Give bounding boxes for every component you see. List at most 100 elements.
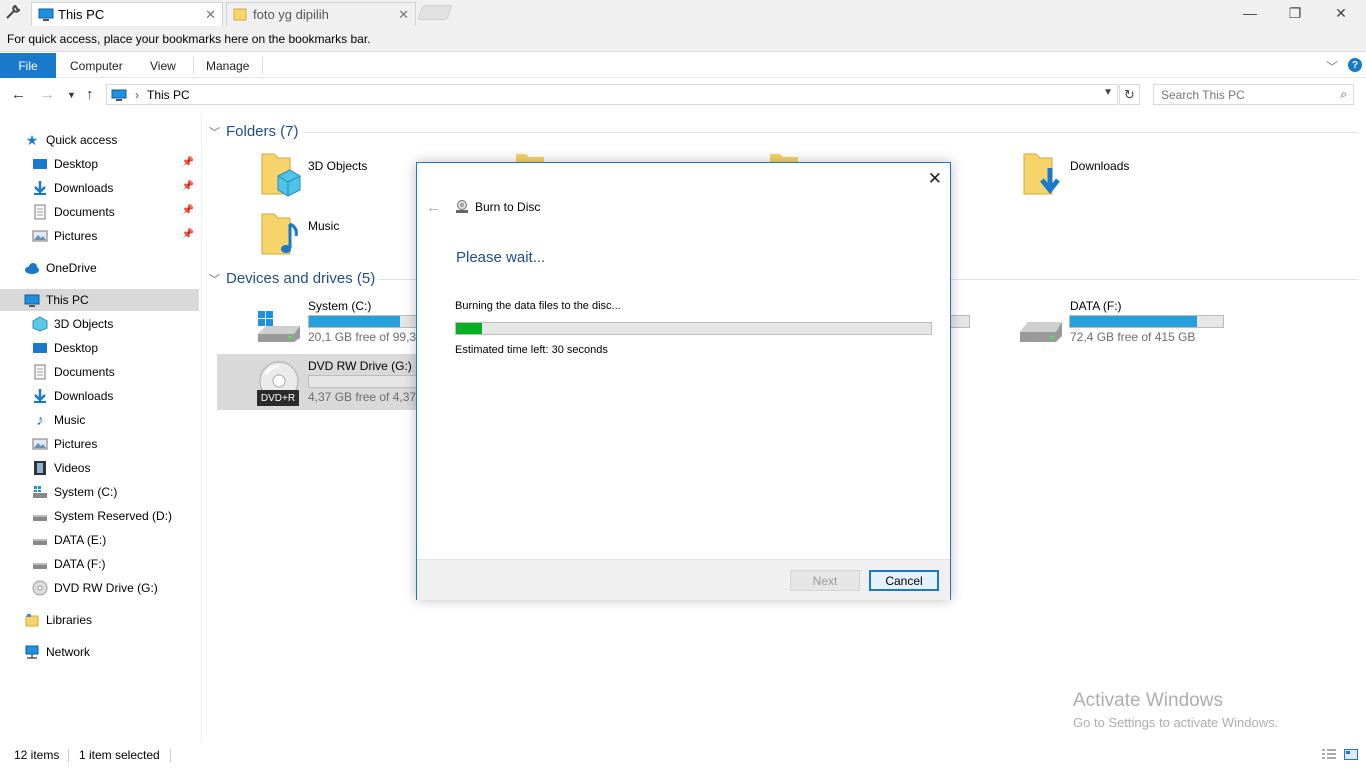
help-icon[interactable]: ? bbox=[1348, 58, 1362, 72]
address-bar[interactable]: › This PC ▼ bbox=[106, 84, 1118, 105]
burn-to-disc-dialog: ✕ ← Burn to Disc Please wait... Burning … bbox=[416, 162, 951, 600]
sidebar-item-data-f[interactable]: DATA (F:) bbox=[0, 553, 199, 575]
sidebar-item-system-reserved-d[interactable]: System Reserved (D:) bbox=[0, 505, 199, 527]
sidebar-item-documents[interactable]: Documents 📌 bbox=[0, 201, 199, 223]
tab-foto-yg-dipilih[interactable]: foto yg dipilih ✕ bbox=[226, 2, 416, 26]
sidebar-item-network[interactable]: Network bbox=[0, 641, 199, 663]
tab-close-icon[interactable]: ✕ bbox=[205, 7, 216, 23]
tab-this-pc[interactable]: This PC ✕ bbox=[31, 2, 223, 26]
up-arrow-icon[interactable]: ↑ bbox=[86, 86, 94, 103]
music-folder-icon[interactable] bbox=[260, 210, 302, 258]
back-arrow-icon[interactable]: ← bbox=[11, 86, 26, 103]
sidebar-item-3d-objects[interactable]: 3D Objects bbox=[0, 313, 199, 335]
network-icon bbox=[25, 645, 39, 659]
pictures-icon bbox=[32, 230, 48, 242]
system-drive-icon bbox=[33, 486, 47, 498]
sidebar-item-label: Pictures bbox=[54, 437, 98, 451]
forward-arrow-icon[interactable]: → bbox=[40, 86, 55, 103]
sidebar-item-desktop-pc[interactable]: Desktop bbox=[0, 337, 199, 359]
ribbon-expand-chevron-icon[interactable]: ﹀ bbox=[1326, 58, 1338, 75]
sidebar-item-videos[interactable]: Videos bbox=[0, 457, 199, 479]
dialog-heading: Please wait... bbox=[456, 249, 546, 266]
documents-icon bbox=[34, 364, 46, 380]
sidebar-item-downloads-pc[interactable]: Downloads bbox=[0, 385, 199, 407]
desktop-icon bbox=[33, 343, 47, 353]
drive-label[interactable]: DATA (F:) bbox=[1070, 299, 1122, 313]
folder-icon bbox=[516, 154, 544, 162]
3d-objects-icon bbox=[32, 316, 48, 332]
sidebar-item-pictures-pc[interactable]: Pictures bbox=[0, 433, 199, 455]
sidebar-item-label: Videos bbox=[54, 461, 91, 475]
minimize-button[interactable]: — bbox=[1227, 2, 1273, 24]
3d-objects-folder-icon[interactable] bbox=[260, 150, 302, 198]
tab-manage[interactable]: Manage bbox=[206, 53, 249, 78]
devices-section-header[interactable]: ﹀ Devices and drives (5) bbox=[209, 270, 375, 287]
drive-icon bbox=[33, 539, 47, 545]
folder-icon bbox=[770, 154, 798, 162]
recent-locations-chevron-icon[interactable]: ▼ bbox=[67, 90, 76, 100]
drive-label[interactable]: System (C:) bbox=[308, 299, 371, 313]
sidebar-item-label: Network bbox=[46, 645, 91, 659]
cancel-button[interactable]: Cancel bbox=[869, 570, 939, 591]
search-input[interactable]: Search This PC ⌕ bbox=[1153, 84, 1354, 105]
drive-icon[interactable] bbox=[1018, 318, 1064, 344]
burn-progress-fill bbox=[456, 323, 483, 334]
system-drive-icon[interactable] bbox=[256, 308, 302, 344]
chevron-down-icon[interactable]: ﹀ bbox=[209, 271, 220, 287]
chevron-down-icon[interactable]: ﹀ bbox=[209, 124, 220, 140]
tab-close-icon[interactable]: ✕ bbox=[398, 7, 409, 23]
sidebar-item-label: Downloads bbox=[54, 181, 114, 195]
large-icons-view-icon[interactable] bbox=[1344, 749, 1358, 760]
sidebar-item-downloads[interactable]: Downloads 📌 bbox=[0, 177, 199, 199]
address-dropdown-icon[interactable]: ▼ bbox=[1103, 87, 1113, 98]
drive-free-space: 20,1 GB free of 99,3 GB bbox=[308, 330, 416, 344]
tab-computer[interactable]: Computer bbox=[70, 53, 123, 78]
sidebar-item-pictures[interactable]: Pictures 📌 bbox=[0, 225, 199, 247]
pc-icon bbox=[38, 8, 54, 21]
folder-label[interactable]: 3D Objects bbox=[308, 159, 367, 173]
downloads-folder-icon[interactable] bbox=[1022, 150, 1064, 198]
refresh-button[interactable]: ↻ bbox=[1119, 84, 1140, 105]
new-tab-button[interactable] bbox=[417, 5, 453, 20]
sidebar-item-desktop[interactable]: Desktop 📌 bbox=[0, 153, 199, 175]
breadcrumb[interactable]: This PC bbox=[147, 88, 190, 102]
back-arrow-icon[interactable]: ← bbox=[426, 199, 441, 216]
dialog-close-icon[interactable]: ✕ bbox=[928, 169, 942, 189]
pin-icon[interactable]: 📌 bbox=[182, 181, 194, 192]
file-tab[interactable]: File bbox=[0, 53, 56, 78]
next-button[interactable]: Next bbox=[790, 570, 860, 591]
sidebar-item-this-pc[interactable]: This PC bbox=[0, 289, 199, 311]
details-view-icon[interactable] bbox=[1322, 749, 1336, 760]
folders-section-header[interactable]: ﹀ Folders (7) bbox=[209, 123, 299, 140]
music-icon: ♪ bbox=[36, 411, 44, 429]
folder-label[interactable]: Downloads bbox=[1070, 159, 1129, 173]
sidebar-item-onedrive[interactable]: OneDrive bbox=[0, 257, 199, 279]
section-title: Folders (7) bbox=[226, 123, 299, 140]
sidebar-item-system-c[interactable]: System (C:) bbox=[0, 481, 199, 503]
activation-watermark-subtitle: Go to Settings to activate Windows. bbox=[1073, 715, 1279, 730]
sidebar-item-dvd-g[interactable]: DVD RW Drive (G:) bbox=[0, 577, 199, 599]
close-button[interactable]: ✕ bbox=[1318, 2, 1364, 24]
status-bar: 12 items 1 item selected bbox=[0, 743, 1366, 768]
libraries-icon bbox=[25, 614, 39, 627]
sidebar-item-label: 3D Objects bbox=[54, 317, 114, 331]
pin-icon[interactable]: 📌 bbox=[182, 205, 194, 216]
restore-button[interactable]: ❐ bbox=[1272, 2, 1318, 24]
pin-icon[interactable]: 📌 bbox=[182, 229, 194, 240]
folder-label[interactable]: Music bbox=[308, 219, 339, 233]
drive-usage-bar bbox=[948, 315, 970, 328]
pc-icon bbox=[111, 89, 127, 101]
sidebar-item-data-e[interactable]: DATA (E:) bbox=[0, 529, 199, 551]
bookmarks-bar: For quick access, place your bookmarks h… bbox=[0, 26, 1366, 52]
drive-label[interactable]: DVD RW Drive (G:) bbox=[308, 359, 412, 373]
sidebar-item-libraries[interactable]: Libraries bbox=[0, 609, 199, 631]
wrench-icon[interactable] bbox=[4, 3, 22, 21]
breadcrumb-chevron-icon[interactable]: › bbox=[135, 88, 139, 102]
search-icon[interactable]: ⌕ bbox=[1340, 87, 1347, 102]
pin-icon[interactable]: 📌 bbox=[182, 157, 194, 168]
tab-view[interactable]: View bbox=[150, 53, 176, 78]
sidebar-item-documents-pc[interactable]: Documents bbox=[0, 361, 199, 383]
sidebar-item-music[interactable]: ♪ Music bbox=[0, 409, 199, 431]
sidebar-item-quick-access[interactable]: ★ Quick access bbox=[0, 129, 199, 151]
pc-icon bbox=[24, 294, 40, 307]
